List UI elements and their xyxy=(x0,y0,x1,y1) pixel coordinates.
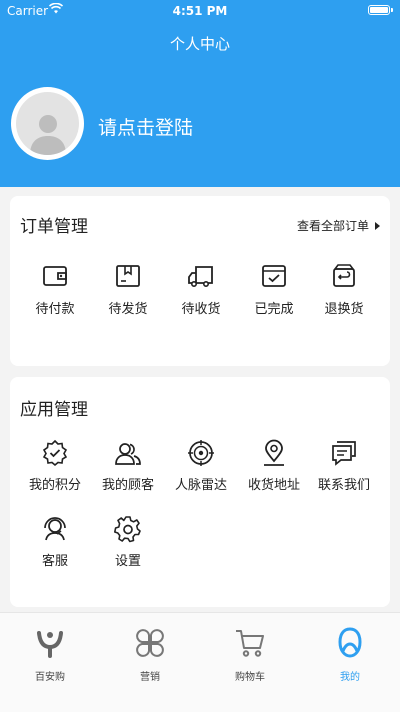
cart-icon xyxy=(236,630,264,657)
tab-bar: 百安购 营销 购物车 我的 xyxy=(0,612,400,712)
app-shipping-address-label: 收货地址 xyxy=(247,478,300,493)
check-box-icon xyxy=(262,265,286,287)
home-logo-icon xyxy=(37,631,63,658)
app-network-radar[interactable]: 人脉雷达 xyxy=(165,439,237,493)
clock: 4:51 PM xyxy=(172,4,228,18)
order-completed-label: 已完成 xyxy=(254,302,294,317)
wallet-icon xyxy=(43,266,67,286)
order-completed[interactable]: 已完成 xyxy=(238,262,310,317)
order-returns-label: 退换货 xyxy=(324,302,364,317)
return-box-icon xyxy=(333,264,355,287)
order-pending-shipment-label: 待发货 xyxy=(108,302,148,317)
right-arrow-icon xyxy=(375,221,380,230)
order-pending-shipment[interactable]: 待发货 xyxy=(92,262,164,317)
profile-icon xyxy=(338,627,362,658)
package-icon xyxy=(116,265,140,287)
tab-cart[interactable]: 购物车 xyxy=(210,627,290,683)
default-user-icon xyxy=(16,92,79,155)
app-customer-service[interactable]: 客服 xyxy=(19,515,91,569)
tab-home[interactable]: 百安购 xyxy=(10,627,90,683)
tab-cart-label: 购物车 xyxy=(235,672,265,683)
battery-icon xyxy=(368,5,393,15)
app-management-title: 应用管理 xyxy=(20,400,88,420)
page-title: 个人中心 xyxy=(169,35,230,53)
radar-icon xyxy=(188,440,214,466)
grid-petals-icon xyxy=(136,629,164,657)
tab-marketing[interactable]: 营销 xyxy=(110,627,190,683)
app-shipping-address[interactable]: 收货地址 xyxy=(238,439,310,493)
app-my-points-label: 我的积分 xyxy=(28,478,81,493)
app-management-card: 应用管理 我的积分 我的顾客 人脉雷达 收货地址 联系我们 客服 设置 xyxy=(10,377,390,607)
tab-home-label: 百安购 xyxy=(35,672,65,683)
order-pending-payment[interactable]: 待付款 xyxy=(19,262,91,317)
app-my-points[interactable]: 我的积分 xyxy=(19,439,91,493)
app-my-customers-label: 我的顾客 xyxy=(101,478,154,493)
customer-service-icon xyxy=(44,517,66,541)
tab-marketing-label: 营销 xyxy=(140,672,160,683)
customers-icon xyxy=(115,443,141,465)
truck-icon xyxy=(188,266,213,287)
avatar[interactable] xyxy=(11,87,84,160)
view-all-orders-label: 查看全部订单 xyxy=(296,219,369,233)
status-bar: Carrier 4:51 PM xyxy=(0,0,400,22)
tab-profile-label: 我的 xyxy=(340,672,360,683)
order-pending-receipt[interactable]: 待收货 xyxy=(165,262,237,317)
message-icon xyxy=(332,441,356,466)
app-my-customers[interactable]: 我的顾客 xyxy=(92,439,164,493)
order-returns[interactable]: 退换货 xyxy=(308,262,380,317)
app-network-radar-label: 人脉雷达 xyxy=(174,478,227,493)
login-prompt[interactable]: 请点击登陆 xyxy=(98,113,193,140)
app-settings[interactable]: 设置 xyxy=(92,515,164,569)
app-settings-label: 设置 xyxy=(114,554,141,569)
view-all-orders-link[interactable]: 查看全部订单 xyxy=(297,217,380,234)
profile-header: Carrier 4:51 PM 个人中心 请点击登陆 xyxy=(0,0,400,187)
location-pin-icon xyxy=(264,439,284,466)
app-customer-service-label: 客服 xyxy=(41,554,68,569)
order-pending-receipt-label: 待收货 xyxy=(181,302,221,317)
app-contact-us[interactable]: 联系我们 xyxy=(308,439,380,493)
gear-icon xyxy=(114,516,141,543)
order-pending-payment-label: 待付款 xyxy=(35,302,75,317)
order-management-card: 订单管理 查看全部订单 待付款 待发货 待收货 已完成 退换货 xyxy=(10,196,390,366)
order-management-title: 订单管理 xyxy=(20,217,88,237)
app-contact-us-label: 联系我们 xyxy=(317,478,370,493)
tab-profile[interactable]: 我的 xyxy=(310,627,390,683)
badge-check-icon xyxy=(42,439,68,467)
